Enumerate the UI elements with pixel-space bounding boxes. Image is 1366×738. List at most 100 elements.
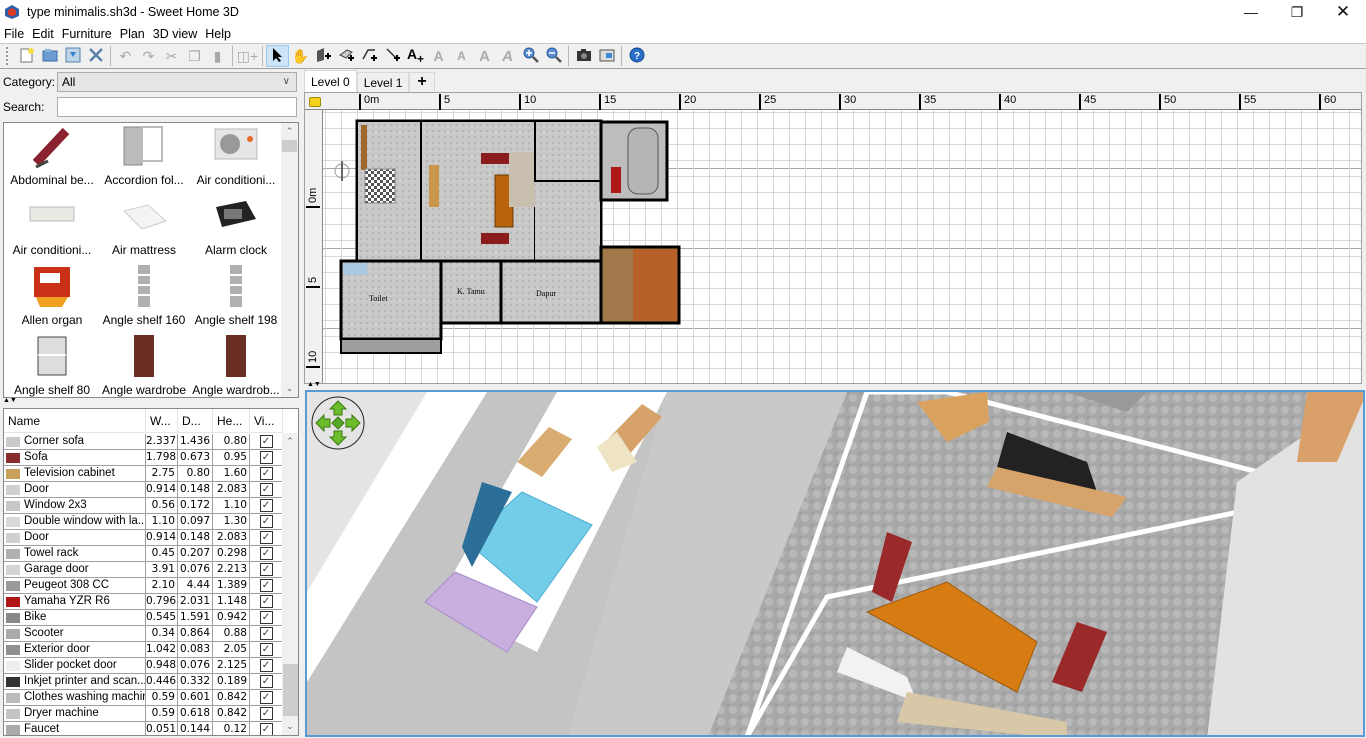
catalog-item[interactable]: Angle wardrobe xyxy=(98,331,190,397)
pan-mode-button[interactable]: ✋ xyxy=(289,45,312,67)
table-row[interactable]: Television cabinet 2.75 0.80 1.60 ✓ xyxy=(4,466,283,482)
table-row[interactable]: Peugeot 308 CC 2.10 4.44 1.389 ✓ xyxy=(4,578,283,594)
table-row[interactable]: Inkjet printer and scan... 0.446 0.332 0.18… xyxy=(4,674,283,690)
visible-checkbox[interactable]: ✓ xyxy=(259,579,273,592)
menu-file[interactable]: File xyxy=(4,27,24,41)
create-rooms-button[interactable] xyxy=(335,45,358,67)
visible-checkbox[interactable]: ✓ xyxy=(259,547,273,560)
visible-checkbox[interactable]: ✓ xyxy=(259,531,273,544)
visible-checkbox[interactable]: ✓ xyxy=(259,483,273,496)
table-row[interactable]: Slider pocket door 0.948 0.076 2.125 ✓ xyxy=(4,658,283,674)
table-row[interactable]: Clothes washing machine 0.59 0.601 0.842 ✓ xyxy=(4,690,283,706)
table-row[interactable]: Yamaha YZR R6 0.796 2.031 1.148 ✓ xyxy=(4,594,283,610)
select-mode-button[interactable] xyxy=(266,45,289,67)
scroll-down-icon[interactable]: ⌄ xyxy=(282,718,298,735)
visible-checkbox[interactable]: ✓ xyxy=(259,643,273,656)
plan-view[interactable]: 0m 5 10 15 20 25 30 35 40 45 50 55 60 0m 5 10 xyxy=(304,92,1362,384)
decrease-text-size-button[interactable]: A xyxy=(450,45,473,67)
zoom-in-button[interactable] xyxy=(519,45,542,67)
scroll-thumb[interactable] xyxy=(282,140,297,152)
new-button[interactable] xyxy=(15,45,38,67)
catalog-item[interactable]: Air conditioni... xyxy=(6,191,98,261)
restore-button[interactable]: ❐ xyxy=(1274,0,1320,24)
cut-button[interactable]: ✂ xyxy=(160,45,183,67)
catalog-item[interactable]: Angle shelf 198 xyxy=(190,261,282,331)
visible-checkbox[interactable]: ✓ xyxy=(259,467,273,480)
room-side[interactable] xyxy=(534,120,602,182)
visible-checkbox[interactable]: ✓ xyxy=(259,659,273,672)
menu-edit[interactable]: Edit xyxy=(32,27,54,41)
menu-plan[interactable]: Plan xyxy=(120,27,145,41)
room-laundry[interactable] xyxy=(340,338,442,354)
preferences-button[interactable] xyxy=(84,45,107,67)
paste-button[interactable]: ▮ xyxy=(206,45,229,67)
column-depth[interactable]: D... xyxy=(178,409,213,433)
table-row[interactable]: Sofa 1.798 0.673 0.95 ✓ xyxy=(4,450,283,466)
create-dimensions-button[interactable] xyxy=(381,45,404,67)
visible-checkbox[interactable]: ✓ xyxy=(259,595,273,608)
zoom-out-button[interactable] xyxy=(542,45,565,67)
search-input[interactable] xyxy=(57,97,297,117)
visible-checkbox[interactable]: ✓ xyxy=(259,515,273,528)
table-row[interactable]: Garage door 3.91 0.076 2.213 ✓ xyxy=(4,562,283,578)
table-row[interactable]: Bike 0.545 1.591 0.942 ✓ xyxy=(4,610,283,626)
column-width[interactable]: W... xyxy=(146,409,178,433)
3d-scene[interactable] xyxy=(307,392,1365,737)
navigation-control[interactable] xyxy=(311,396,366,451)
catalog-item[interactable]: Angle shelf 80 xyxy=(6,331,98,397)
undo-button[interactable]: ↶ xyxy=(114,45,137,67)
navigation-arrows-icon[interactable] xyxy=(311,396,366,451)
catalog-item[interactable]: Allen organ xyxy=(6,261,98,331)
column-height[interactable]: He... xyxy=(213,409,250,433)
scroll-down-icon[interactable]: ⌄ xyxy=(281,380,298,397)
menu-3d-view[interactable]: 3D view xyxy=(153,27,197,41)
menu-furniture[interactable]: Furniture xyxy=(62,27,112,41)
visible-checkbox[interactable]: ✓ xyxy=(259,611,273,624)
add-furniture-button[interactable]: ◫+ xyxy=(236,45,259,67)
catalog-item[interactable]: Alarm clock xyxy=(190,191,282,261)
tab-level-0[interactable]: Level 0 xyxy=(304,70,357,92)
table-row[interactable]: Door 0.914 0.148 2.083 ✓ xyxy=(4,482,283,498)
visible-checkbox[interactable]: ✓ xyxy=(259,563,273,576)
table-row[interactable]: Window 2x3 0.56 0.172 1.10 ✓ xyxy=(4,498,283,514)
visible-checkbox[interactable]: ✓ xyxy=(259,435,273,448)
table-row[interactable]: Scooter 0.34 0.864 0.88 ✓ xyxy=(4,626,283,642)
column-name[interactable]: Name xyxy=(4,409,146,433)
table-row[interactable]: Door 0.914 0.148 2.083 ✓ xyxy=(4,530,283,546)
italic-text-button[interactable]: A xyxy=(496,45,519,67)
add-level-button[interactable]: + xyxy=(409,72,435,92)
table-row[interactable]: Dryer machine 0.59 0.618 0.842 ✓ xyxy=(4,706,283,722)
create-video-button[interactable] xyxy=(595,45,618,67)
catalog-item[interactable]: Angle wardrob... xyxy=(190,331,282,397)
catalog-item[interactable]: Abdominal be... xyxy=(6,123,98,191)
column-visible[interactable]: Vi... xyxy=(250,409,283,433)
category-select[interactable]: All ∨ xyxy=(57,72,297,92)
table-row[interactable]: Towel rack 0.45 0.207 0.298 ✓ xyxy=(4,546,283,562)
copy-button[interactable]: ❐ xyxy=(183,45,206,67)
floor-plan-drawing[interactable]: Toilet K. Tamu Dapur xyxy=(305,93,1362,384)
help-button[interactable]: ? xyxy=(625,45,648,67)
room-corridor[interactable] xyxy=(535,180,602,262)
add-text-button[interactable]: A+ xyxy=(404,45,427,67)
create-polylines-button[interactable] xyxy=(358,45,381,67)
table-row[interactable]: Faucet 0.051 0.144 0.12 ✓ xyxy=(4,722,283,735)
table-row[interactable]: Corner sofa 2.337 1.436 0.80 ✓ xyxy=(4,434,283,450)
compass-icon[interactable] xyxy=(334,161,350,181)
scroll-up-icon[interactable]: ⌃ xyxy=(282,433,298,450)
catalog-item[interactable]: Accordion fol... xyxy=(98,123,190,191)
visible-checkbox[interactable]: ✓ xyxy=(259,691,273,704)
toolbar-grip[interactable] xyxy=(6,47,9,65)
table-scrollbar[interactable]: ⌃ ⌄ xyxy=(282,433,298,735)
scroll-thumb[interactable] xyxy=(283,664,298,716)
visible-checkbox[interactable]: ✓ xyxy=(259,451,273,464)
minimize-button[interactable]: — xyxy=(1228,0,1274,24)
menu-help[interactable]: Help xyxy=(205,27,231,41)
table-row[interactable]: Exterior door 1.042 0.083 2.05 ✓ xyxy=(4,642,283,658)
increase-text-size-button[interactable]: A xyxy=(427,45,450,67)
split-handle[interactable]: ▲▼ xyxy=(0,397,302,406)
visible-checkbox[interactable]: ✓ xyxy=(259,675,273,688)
visible-checkbox[interactable]: ✓ xyxy=(259,723,273,735)
3d-view[interactable] xyxy=(305,390,1365,737)
visible-checkbox[interactable]: ✓ xyxy=(259,627,273,640)
catalog-item[interactable]: Air mattress xyxy=(98,191,190,261)
